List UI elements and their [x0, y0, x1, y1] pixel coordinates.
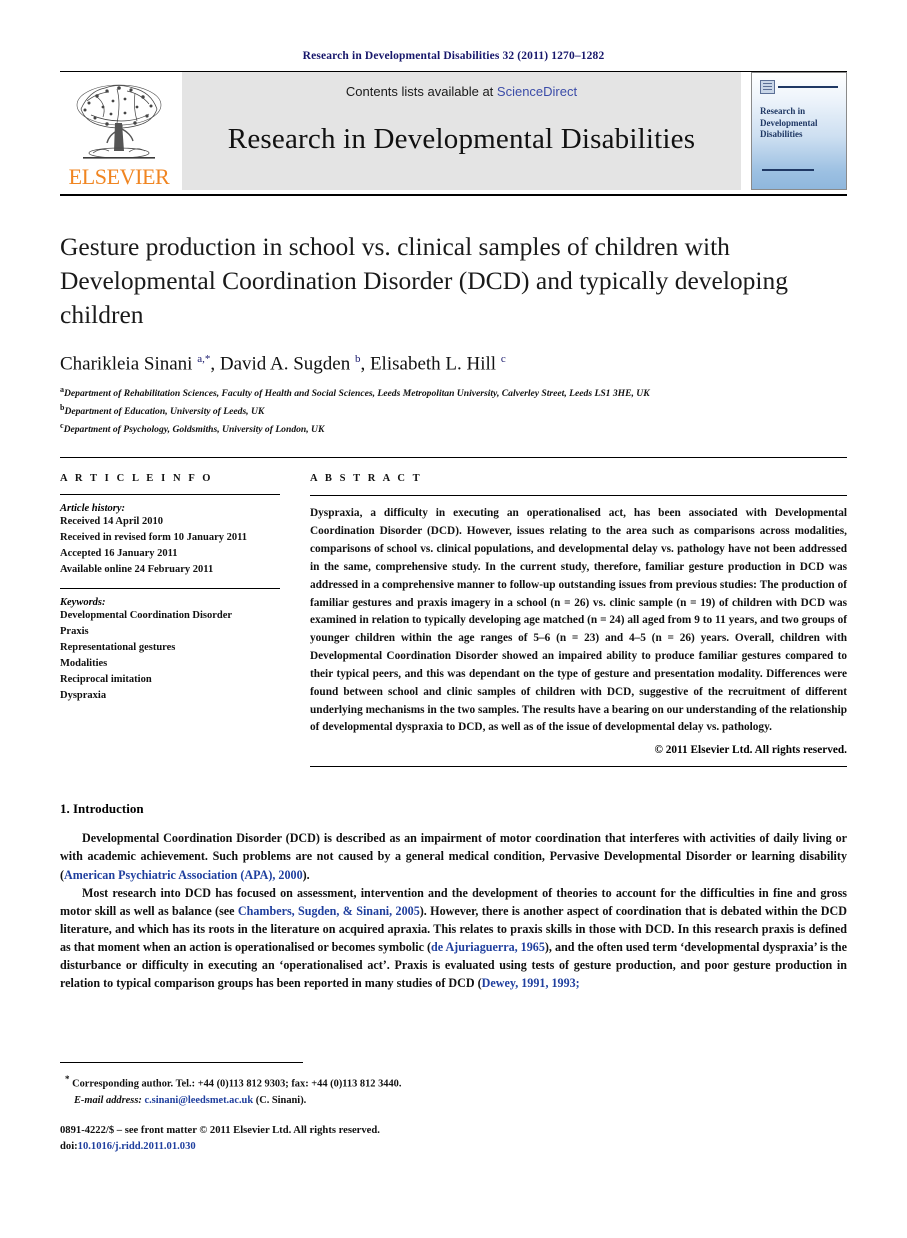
affiliation-marker: b: [60, 402, 65, 412]
front-matter-line: 0891-4222/$ – see front matter © 2011 El…: [60, 1125, 380, 1136]
affiliation-marker: c: [60, 420, 64, 430]
keywords-label: Keywords:: [60, 597, 106, 609]
affiliation-line: cDepartment of Psychology, Goldsmiths, U…: [60, 420, 325, 435]
doi-link[interactable]: 10.1016/j.ridd.2011.01.030: [78, 1141, 196, 1152]
citation-link[interactable]: de Ajuriaguerra, 1965: [431, 940, 545, 954]
article-info-label: A R T I C L E I N F O: [60, 473, 214, 485]
running-head: Research in Developmental Disabilities 3…: [302, 50, 605, 62]
cover-badge-icon: [760, 80, 775, 94]
keyword-item: Representational gestures: [60, 642, 176, 654]
article-info-rule: [60, 494, 280, 496]
cover-bottom-rule: [762, 169, 814, 171]
title-block: Gesture production in school vs. clinica…: [60, 196, 847, 437]
article-title: Gesture production in school vs. clinica…: [60, 232, 788, 329]
section-heading-introduction: 1. Introduction: [60, 801, 144, 817]
cover-title-text: Research in Developmental Disabilities: [760, 106, 818, 140]
history-item: Accepted 16 January 2011: [60, 548, 178, 560]
citation-link[interactable]: Dewey, 1991, 1993;: [482, 976, 580, 990]
email-label: E-mail address:: [74, 1094, 142, 1106]
cover-top-rule: [778, 86, 838, 88]
corresponding-author-note: * Corresponding author. Tel.: +44 (0)113…: [60, 1073, 847, 1109]
introduction-section: 1. Introduction Developmental Coordinati…: [60, 767, 847, 992]
doi-line: doi:10.1016/j.ridd.2011.01.030: [60, 1139, 380, 1155]
abstract-text: Dyspraxia, a difficulty in executing an …: [310, 507, 847, 734]
contents-available-line: Contents lists available at ScienceDirec…: [346, 84, 577, 99]
history-item: Received 14 April 2010: [60, 516, 163, 528]
keyword-item: Praxis: [60, 626, 89, 638]
journal-cover-thumbnail[interactable]: Research in Developmental Disabilities: [751, 72, 847, 190]
intro-paragraph-1: Developmental Coordination Disorder (DCD…: [60, 831, 847, 882]
keyword-item: Developmental Coordination Disorder: [60, 610, 233, 622]
affiliation-line: bDepartment of Education, University of …: [60, 402, 265, 417]
abstract-bottom-rule: [310, 766, 847, 768]
author-list: Charikleia Sinani a,*, David A. Sugden b…: [60, 352, 506, 375]
keywords-list: Developmental Coordination Disorder Praxi…: [60, 608, 280, 704]
article-page: Research in Developmental Disabilities 3…: [0, 0, 907, 1238]
abstract-column: A B S T R A C T Dyspraxia, a difficulty …: [298, 473, 847, 768]
affiliation-marker: a: [60, 385, 64, 395]
abstract-copyright: © 2011 Elsevier Ltd. All rights reserved…: [654, 744, 847, 757]
elsevier-tree-icon: [76, 84, 162, 159]
affiliation-list: aDepartment of Rehabilitation Sciences, …: [60, 384, 847, 437]
citation-link[interactable]: American Psychiatric Association (APA), …: [64, 868, 303, 882]
masthead-center-panel: Contents lists available at ScienceDirec…: [182, 72, 741, 190]
history-item: Available online 24 February 2011: [60, 564, 214, 576]
keywords-rule: [60, 588, 280, 590]
footnote-rule: [60, 1062, 303, 1063]
contents-prefix: Contents lists available at: [345, 84, 497, 99]
journal-title: Research in Developmental Disabilities: [227, 123, 696, 155]
imprint-block: 0891-4222/$ – see front matter © 2011 El…: [60, 1123, 380, 1156]
keyword-item: Dyspraxia: [60, 689, 107, 701]
elsevier-logo: ELSEVIER: [60, 72, 178, 190]
corresponding-author-text: Corresponding author. Tel.: +44 (0)113 8…: [72, 1078, 402, 1090]
affiliation-line: aDepartment of Rehabilitation Sciences, …: [60, 385, 650, 400]
footnote-area: * Corresponding author. Tel.: +44 (0)113…: [60, 1062, 847, 1109]
email-suffix: (C. Sinani).: [255, 1094, 307, 1106]
doi-label: doi:: [60, 1141, 78, 1153]
history-item: Received in revised form 10 January 2011: [60, 532, 248, 544]
abstract-top-rule: [310, 495, 847, 497]
asterisk-icon: *: [65, 1074, 70, 1084]
intro-paragraph-2: Most research into DCD has focused on as…: [60, 885, 847, 991]
citation-link[interactable]: Chambers, Sugden, & Sinani, 2005: [238, 904, 420, 918]
elsevier-wordmark: ELSEVIER: [68, 164, 170, 189]
journal-masthead: ELSEVIER Contents lists available at Sci…: [60, 72, 847, 190]
abstract-label: A B S T R A C T: [310, 473, 423, 485]
sciencedirect-link[interactable]: ScienceDirect: [497, 84, 577, 99]
keyword-item: Modalities: [60, 658, 108, 670]
keyword-item: Reciprocal imitation: [60, 673, 152, 685]
article-history-list: Received 14 April 2010 Received in revise…: [60, 514, 280, 578]
article-info-column: A R T I C L E I N F O Article history: R…: [60, 473, 298, 767]
info-abstract-area: A R T I C L E I N F O Article history: R…: [60, 458, 847, 768]
email-link[interactable]: c.sinani@leedsmet.ac.uk: [144, 1095, 253, 1106]
article-history-label: Article history:: [60, 503, 126, 515]
